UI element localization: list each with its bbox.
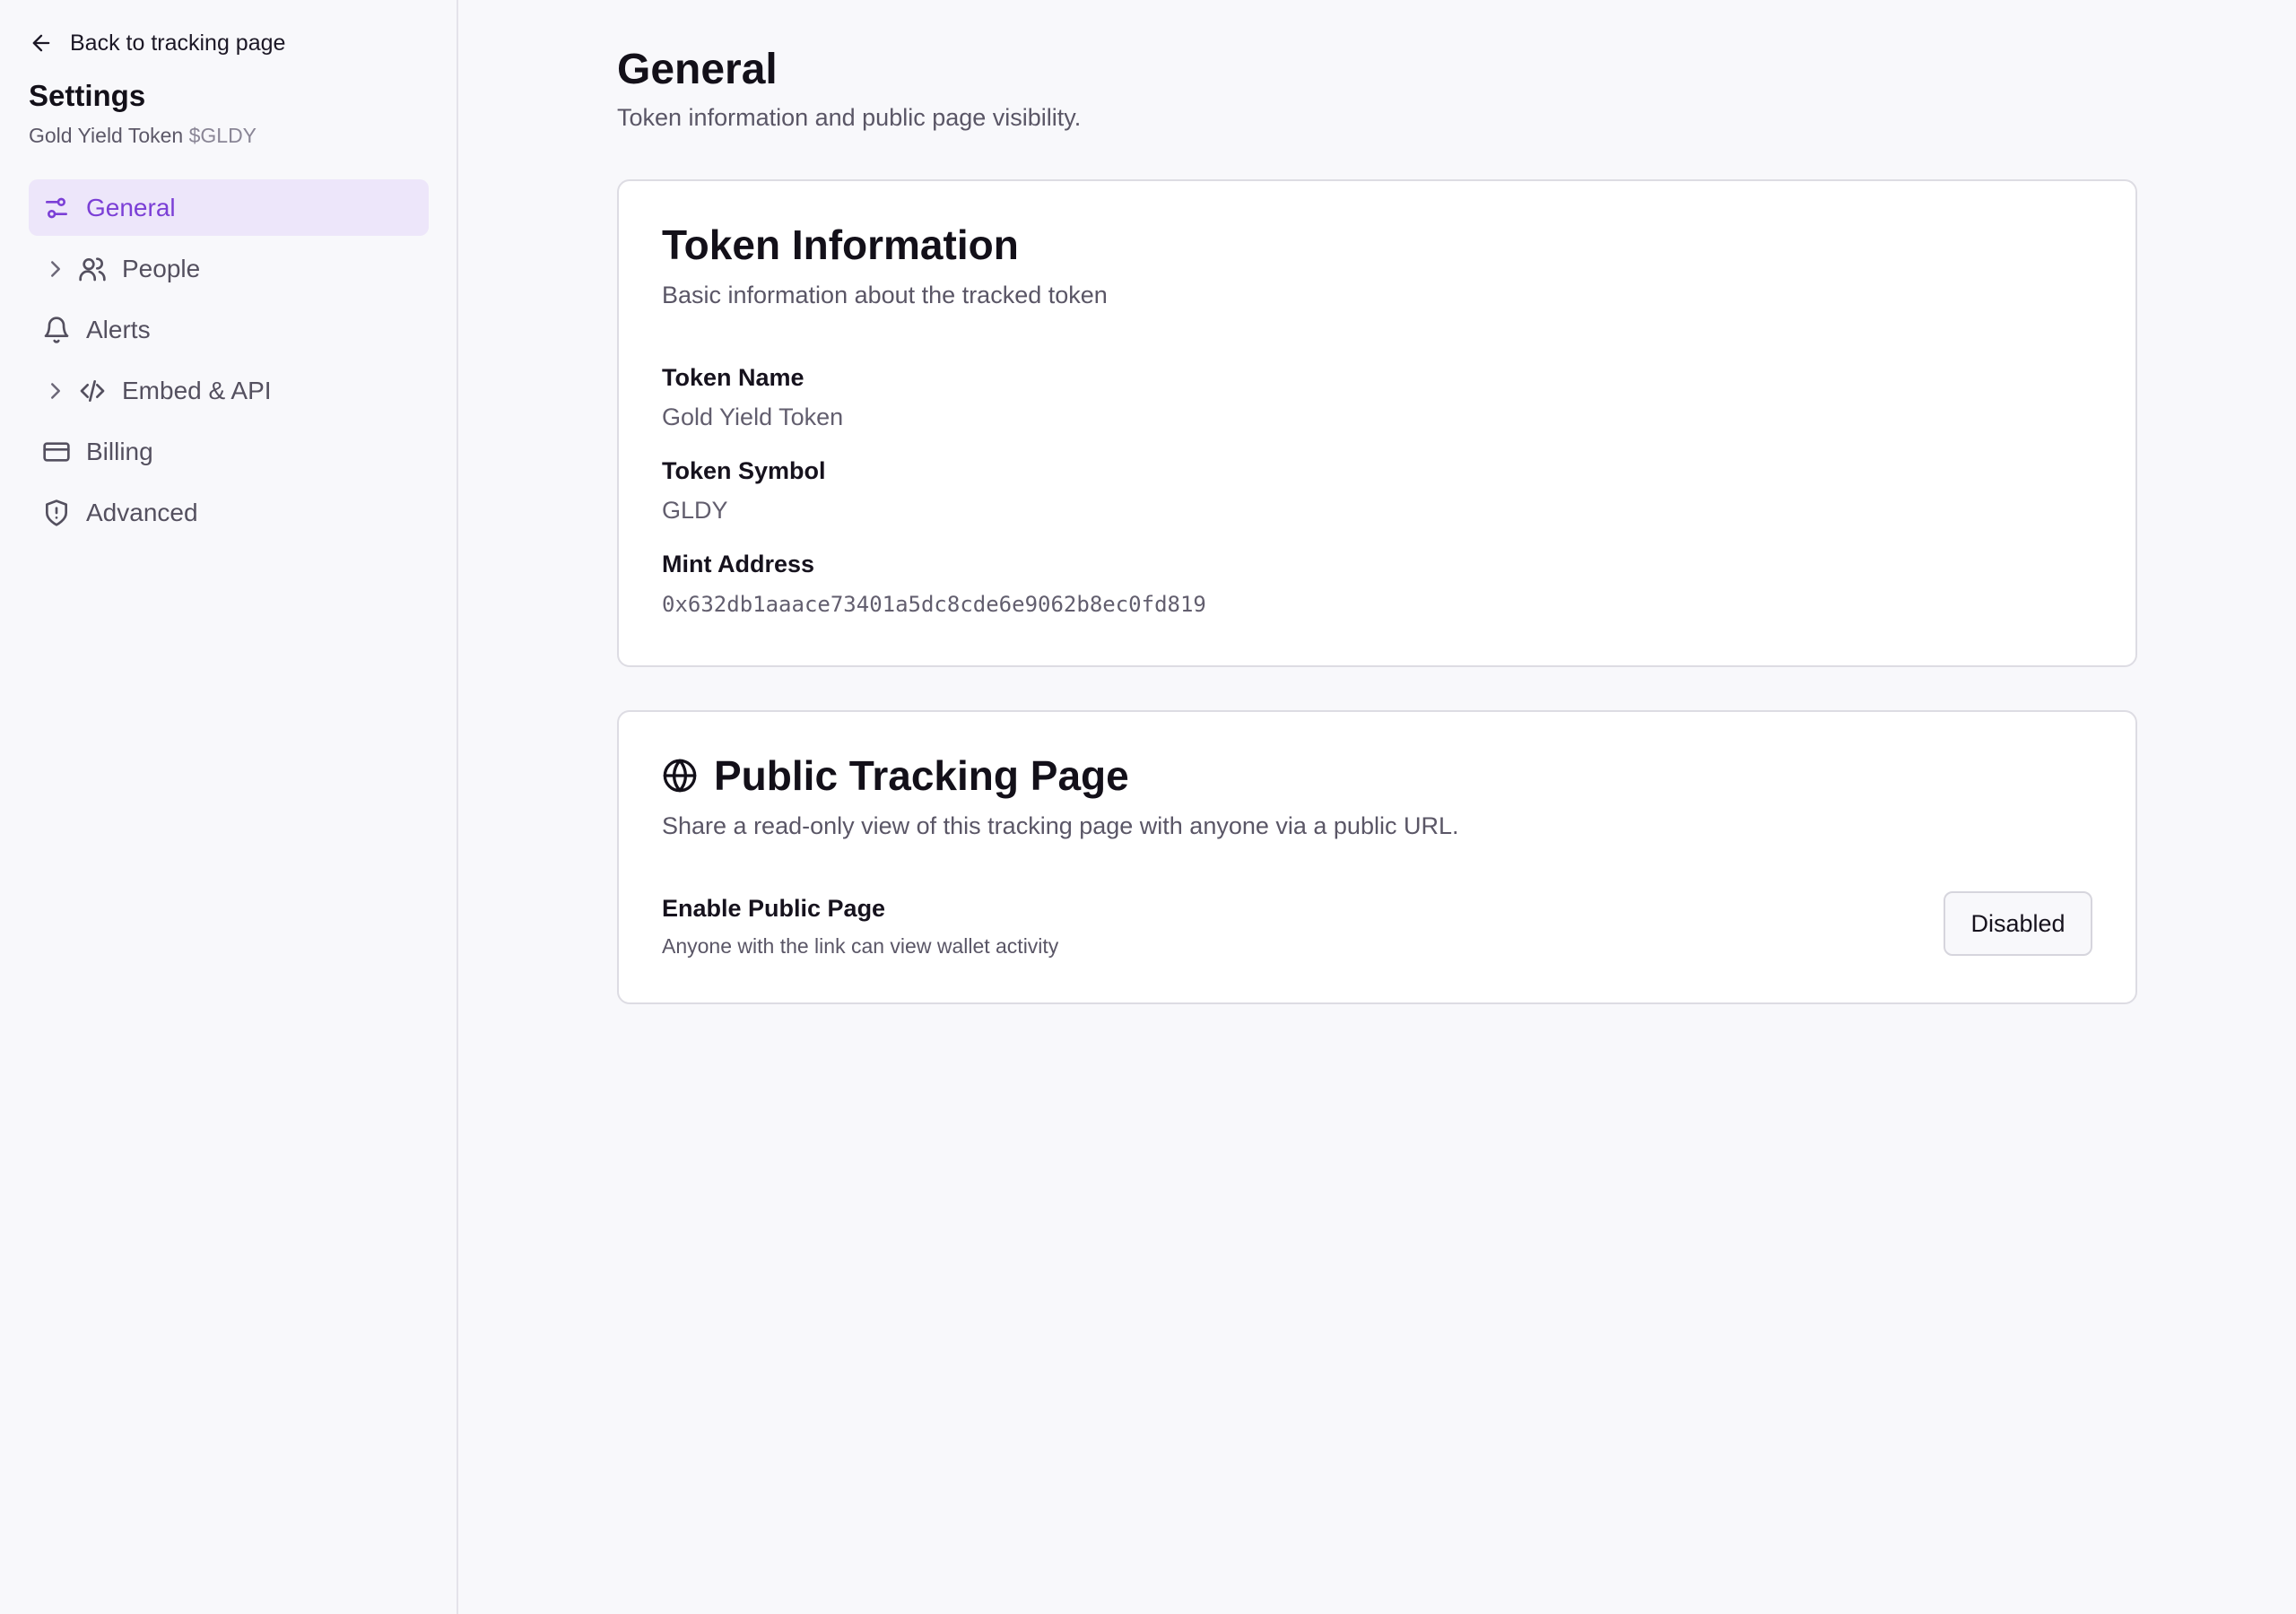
token-name-field-label: Token Name [662,364,804,391]
nav-item-label: Alerts [86,315,151,343]
sliders-icon [46,197,67,218]
settings-sidebar: Back to tracking page Settings Gold Yiel… [0,0,458,1614]
card-title: Token Information [662,221,1019,268]
nav-item-label: People [122,254,201,282]
token-symbol-label: $GLDY [188,124,257,147]
public-tracking-page-card: Public Tracking Page Share a read-only v… [617,710,2137,1004]
code-icon [80,379,105,402]
nav-item-label: Billing [86,437,153,465]
globe-icon [663,759,697,793]
card-description: Basic information about the tracked toke… [662,282,1108,308]
nav-item-label: General [86,193,176,221]
token-subtitle: Gold Yield Token $GLDY [29,124,257,148]
credit-card-icon [43,441,70,462]
card-description: Share a read-only view of this tracking … [662,812,1459,839]
enable-public-page-hint: Anyone with the link can view wallet act… [662,934,1059,958]
chevron-right-icon[interactable] [42,377,69,404]
nav-item-alerts[interactable]: Alerts [29,301,429,358]
mint-address-field-label: Mint Address [662,551,815,577]
public-page-toggle-button[interactable]: Disabled [1944,891,2092,956]
back-to-tracking-link[interactable]: Back to tracking page [29,25,285,61]
nav-item-label: Advanced [86,498,198,526]
token-symbol-value: GLDY [662,497,728,524]
chevron-right-icon[interactable] [42,256,69,282]
settings-nav: General People Alerts Embed & API Billin… [29,179,429,545]
nav-item-general[interactable]: General [29,179,429,236]
nav-item-embed-api[interactable]: Embed & API [29,362,429,419]
mint-address-value: 0x632db1aaace73401a5dc8cde6e9062b8ec0fd8… [662,592,1206,617]
token-symbol-field-label: Token Symbol [662,457,826,484]
arrow-left-icon [32,34,50,52]
nav-item-label: Embed & API [122,376,272,404]
page-title: General [617,46,778,93]
users-icon [79,256,106,281]
token-name-value: Gold Yield Token [662,404,844,430]
card-title: Public Tracking Page [662,751,1129,800]
nav-item-billing[interactable]: Billing [29,423,429,480]
shield-alert-icon [46,499,67,526]
card-title-label: Public Tracking Page [714,752,1129,799]
enable-public-page-label: Enable Public Page [662,895,886,922]
bell-icon [44,316,69,343]
back-link-label: Back to tracking page [70,30,286,56]
nav-item-advanced[interactable]: Advanced [29,484,429,541]
settings-title: Settings [29,79,146,112]
token-information-card: Token Information Basic information abou… [617,179,2137,667]
token-name-label: Gold Yield Token [29,124,184,147]
nav-item-people[interactable]: People [29,240,429,297]
page-subtitle: Token information and public page visibi… [617,104,1082,131]
